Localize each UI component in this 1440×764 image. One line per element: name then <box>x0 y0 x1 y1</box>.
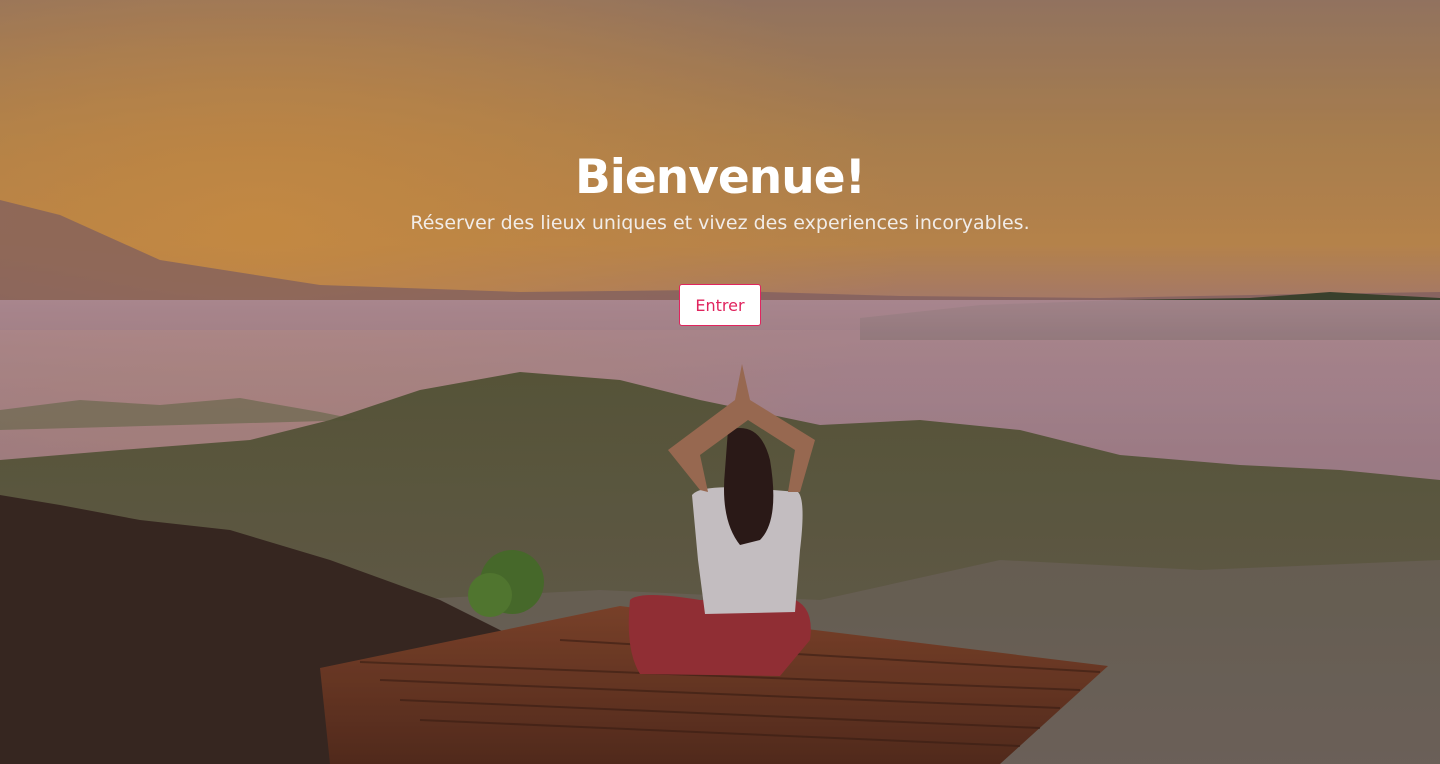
hero-content: Bienvenue! Réserver des lieux uniques et… <box>0 148 1440 326</box>
hero-section: Bienvenue! Réserver des lieux uniques et… <box>0 0 1440 764</box>
hero-subtitle: Réserver des lieux uniques et vivez des … <box>410 212 1030 234</box>
enter-button[interactable]: Entrer <box>679 284 761 326</box>
hero-overlay <box>0 0 1440 764</box>
hero-title: Bienvenue! <box>574 150 866 205</box>
